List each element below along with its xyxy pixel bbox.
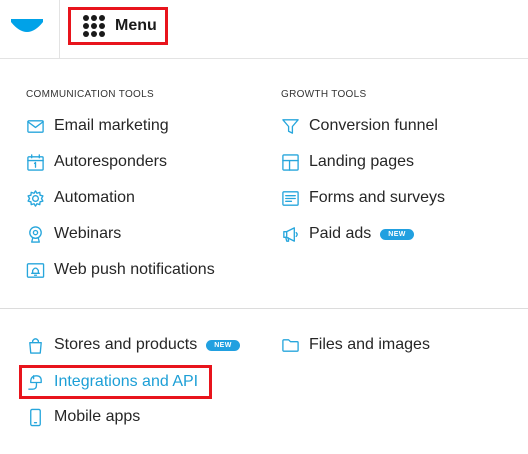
- menu-item-web-push-notifications[interactable]: Web push notifications: [25, 258, 215, 282]
- menu-item-label: Files and images: [309, 336, 430, 353]
- form-icon: [280, 188, 300, 208]
- top-bar: Menu: [0, 0, 528, 59]
- envelope-icon: [25, 116, 45, 136]
- menu-item-label: Conversion funnel: [309, 117, 438, 134]
- megaphone-icon: [280, 224, 300, 244]
- grid-icon: [83, 15, 105, 37]
- new-badge: NEW: [380, 228, 414, 240]
- menu-item-label: Automation: [54, 189, 135, 206]
- funnel-icon: [280, 116, 300, 136]
- menu-item-files-and-images[interactable]: Files and images: [280, 333, 430, 357]
- logo-cell: [0, 0, 60, 58]
- menu-item-label: Mobile apps: [54, 408, 141, 425]
- menu-item-label: Paid ads: [309, 225, 372, 242]
- menu-item-label: Integrations and API: [54, 373, 199, 390]
- menu-item-label: Landing pages: [309, 153, 414, 170]
- layout-icon: [280, 152, 300, 172]
- communication-tools-title: COMMUNICATION TOOLS: [26, 89, 154, 100]
- menu-item-label: Forms and surveys: [309, 189, 446, 206]
- menu-item-forms-and-surveys[interactable]: Forms and surveys: [280, 186, 445, 210]
- menu-item-paid-ads[interactable]: Paid ads NEW: [280, 222, 414, 246]
- webcam-icon: [25, 224, 45, 244]
- growth-tools-title: GROWTH TOOLS: [281, 89, 367, 100]
- folder-icon: [280, 335, 300, 355]
- menu-item-automation[interactable]: Automation: [25, 186, 135, 210]
- menu-item-label: Web push notifications: [54, 261, 215, 278]
- menu-item-email-marketing[interactable]: Email marketing: [25, 114, 169, 138]
- menu-item-conversion-funnel[interactable]: Conversion funnel: [280, 114, 438, 138]
- bell-screen-icon: [25, 260, 45, 280]
- new-badge: NEW: [206, 339, 240, 351]
- gear-icon: [25, 188, 45, 208]
- shopping-bag-icon: [25, 335, 45, 355]
- smartphone-icon: [25, 407, 45, 427]
- calendar-icon: [25, 152, 45, 172]
- menu-item-landing-pages[interactable]: Landing pages: [280, 150, 414, 174]
- divider: [0, 308, 528, 309]
- plug-icon: [25, 372, 45, 392]
- menu-item-webinars[interactable]: Webinars: [25, 222, 121, 246]
- menu-item-label: Autoresponders: [54, 153, 167, 170]
- menu-item-stores-and-products[interactable]: Stores and products NEW: [25, 333, 240, 357]
- menu-item-label: Webinars: [54, 225, 122, 242]
- menu-item-label: Email marketing: [54, 117, 169, 134]
- menu-item-label: Stores and products: [54, 336, 198, 353]
- menu-label: Menu: [115, 17, 157, 34]
- menu-item-integrations-and-api[interactable]: Integrations and API: [25, 370, 198, 394]
- menu-button[interactable]: Menu: [68, 7, 168, 45]
- brand-logo-icon[interactable]: [10, 18, 44, 36]
- menu-item-autoresponders[interactable]: Autoresponders: [25, 150, 167, 174]
- menu-item-mobile-apps[interactable]: Mobile apps: [25, 405, 140, 429]
